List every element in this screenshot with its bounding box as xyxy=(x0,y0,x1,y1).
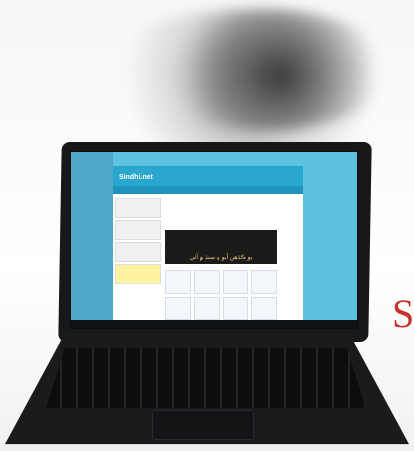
site-header: Sindhi.net xyxy=(113,166,303,194)
background-blur-2 xyxy=(150,10,390,130)
grid-tile xyxy=(251,296,277,320)
grid-tile xyxy=(251,270,277,294)
grid-tile xyxy=(193,270,220,294)
desktop-left-area xyxy=(71,152,113,320)
keyboard xyxy=(46,348,366,408)
left-ad-4 xyxy=(115,264,161,284)
touchpad xyxy=(152,410,254,440)
center-banner: يو ڪڏهن آيو ۽ سنڌ ۾ آئي xyxy=(165,230,277,264)
taskbar xyxy=(71,320,357,328)
content-grid xyxy=(165,270,277,320)
photo-scene: Sindhi.net يو ڪڏهن آيو ۽ سنڌ ۾ آئي S xyxy=(0,0,414,451)
left-ad-1 xyxy=(115,198,161,218)
left-ad-2 xyxy=(115,220,161,240)
grid-tile xyxy=(222,270,249,294)
site-navigation xyxy=(113,186,303,194)
grid-tile xyxy=(193,296,220,320)
grid-tile xyxy=(222,296,249,320)
grid-tile xyxy=(165,270,191,294)
grid-tile xyxy=(165,296,191,320)
left-column xyxy=(115,198,161,320)
laptop-screen: Sindhi.net يو ڪڏهن آيو ۽ سنڌ ۾ آئي xyxy=(70,151,358,329)
partial-letter: S xyxy=(392,291,414,336)
left-ad-3 xyxy=(115,242,161,262)
website-page: Sindhi.net يو ڪڏهن آيو ۽ سنڌ ۾ آئي xyxy=(113,166,303,324)
site-logo: Sindhi.net xyxy=(119,174,153,181)
banner-text: يو ڪڏهن آيو ۽ سنڌ ۾ آئي xyxy=(189,255,253,261)
